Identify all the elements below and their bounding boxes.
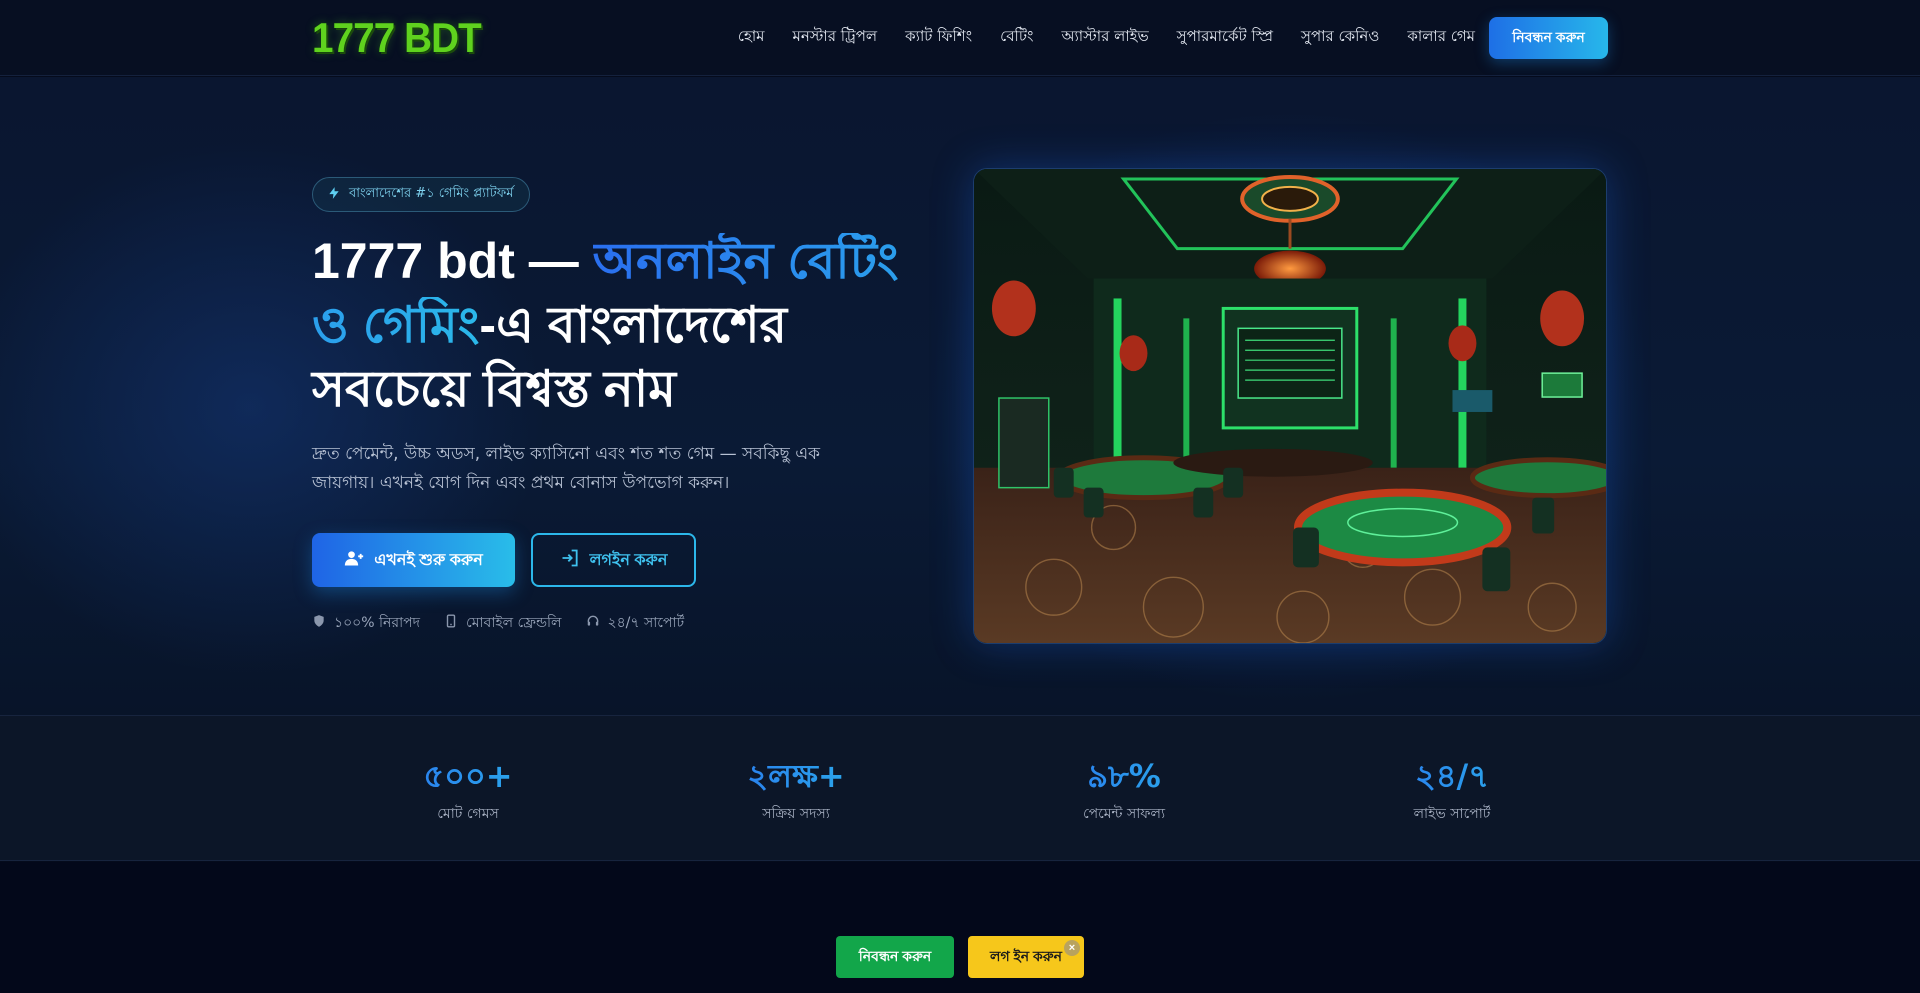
stat-live-support: ২৪/৭ লাইভ সাপোর্ট	[1342, 756, 1562, 826]
nav-item-super-keno[interactable]: সুপার কেনিও	[1301, 25, 1379, 50]
site-logo[interactable]: 1777 BDT	[312, 14, 482, 62]
hero-description: দ্রুত পেমেন্ট, উচ্চ অডস, লাইভ ক্যাসিনো এ…	[312, 444, 821, 493]
badge-text: বাংলাদেশের #১ গেমিং প্ল্যাটফর্ম	[349, 186, 514, 201]
sticky-register-button[interactable]: নিবন্ধন করুন	[836, 936, 954, 978]
sign-in-icon	[560, 548, 580, 573]
feature-support-label: ২৪/৭ সাপোর্ট	[607, 615, 685, 631]
feature-list: ১০০% নিরাপদ মোবাইল ফ্রেন্ডলি ২৪/৭ সাপোর্…	[312, 611, 684, 635]
feature-mobile-label: মোবাইল ফ্রেন্ডলি	[466, 615, 562, 631]
headset-icon	[586, 614, 600, 632]
feature-support: ২৪/৭ সাপোর্ট	[586, 611, 685, 635]
start-now-button[interactable]: এখনই শুরু করুন	[312, 533, 515, 587]
stat-value: ৫০০+	[358, 756, 578, 796]
stat-value: ২লক্ষ+	[686, 756, 906, 796]
user-plus-icon	[344, 548, 364, 573]
shield-icon	[312, 614, 326, 632]
nav-item-monster-triple[interactable]: মনস্টার ট্রিপল	[793, 25, 878, 50]
stat-payment-success: ৯৮% পেমেন্ট সাফল্য	[1014, 756, 1234, 826]
stat-label: লাইভ সাপোর্ট	[1413, 806, 1491, 822]
hero-section: বাংলাদেশের #১ গেমিং প্ল্যাটফর্ম 1777 bdt…	[0, 77, 1920, 715]
nav-item-home[interactable]: হোম	[738, 25, 765, 50]
lightning-icon	[327, 186, 341, 204]
sticky-login-label: লগ ইন করুন	[990, 948, 1062, 964]
hero-title-part1: 1777 bdt —	[312, 233, 593, 289]
mobile-icon	[444, 614, 458, 632]
nav-item-cat-fishing[interactable]: ক্যাট ফিশিং	[905, 25, 972, 50]
feature-mobile: মোবাইল ফ্রেন্ডলি	[444, 611, 562, 635]
close-icon[interactable]: ×	[1064, 940, 1080, 956]
stat-value: ২৪/৭	[1342, 756, 1562, 796]
stat-active-members: ২লক্ষ+ সক্রিয় সদস্য	[686, 756, 906, 826]
nav-register-button[interactable]: নিবন্ধন করুন	[1489, 17, 1608, 59]
top-nav: 1777 BDT হোম মনস্টার ট্রিপল ক্যাট ফিশিং …	[0, 0, 1920, 76]
login-button[interactable]: লগইন করুন	[531, 533, 696, 587]
sticky-cta-bar: নিবন্ধন করুন লগ ইন করুন ×	[836, 936, 1084, 978]
sticky-login-button[interactable]: লগ ইন করুন ×	[968, 936, 1084, 978]
stats-section: ৫০০+ মোট গেমস ২লক্ষ+ সক্রিয় সদস্য ৯৮% প…	[0, 715, 1920, 861]
nav-item-color-game[interactable]: কালার গেম	[1407, 25, 1475, 50]
stat-label: সক্রিয় সদস্য	[762, 806, 830, 822]
hero-title: 1777 bdt — অনলাইন বেটিং ও গেমিং-এ বাংলাদ…	[312, 229, 932, 421]
casino-hero-image	[973, 168, 1607, 644]
login-label: লগইন করুন	[589, 551, 668, 569]
stat-label: মোট গেমস	[437, 806, 499, 822]
platform-badge: বাংলাদেশের #১ গেমিং প্ল্যাটফর্ম	[312, 177, 531, 212]
stat-total-games: ৫০০+ মোট গেমস	[358, 756, 578, 826]
feature-secure-label: ১০০% নিরাপদ	[334, 615, 421, 631]
nav-item-aster-live[interactable]: অ্যাস্টার লাইভ	[1061, 25, 1148, 50]
nav-item-betting[interactable]: বেটিং	[1000, 25, 1033, 50]
stat-label: পেমেন্ট সাফল্য	[1082, 806, 1166, 822]
main-menu: হোম মনস্টার ট্রিপল ক্যাট ফিশিং বেটিং অ্য…	[738, 25, 1475, 50]
nav-item-supermarket-spree[interactable]: সুপারমার্কেট স্প্রি	[1177, 25, 1273, 50]
stat-value: ৯৮%	[1014, 756, 1234, 796]
feature-secure: ১০০% নিরাপদ	[312, 611, 420, 635]
start-now-label: এখনই শুরু করুন	[374, 551, 483, 569]
